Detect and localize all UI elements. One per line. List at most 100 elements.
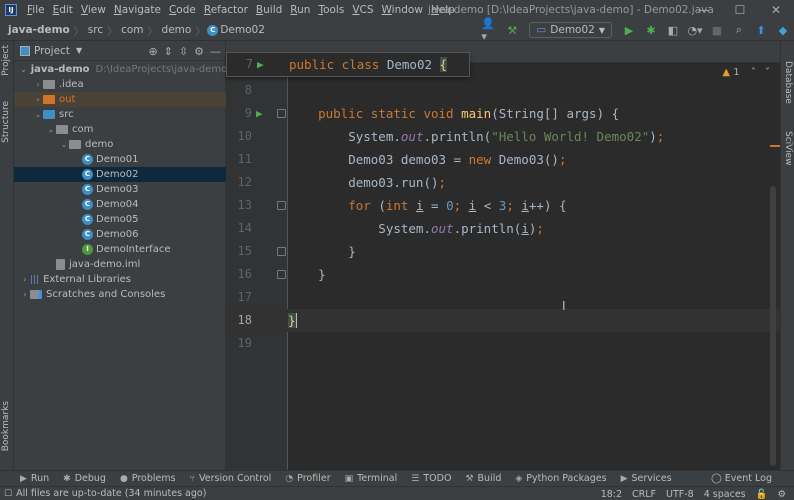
tree-item[interactable]: ⌄ java-demo D:\IdeaProjects\java-demo <box>14 62 227 77</box>
next-highlight-icon[interactable]: ˅ <box>765 67 770 78</box>
project-view-selector[interactable]: Project <box>34 45 70 57</box>
user-icon[interactable]: 👤▾ <box>481 17 499 43</box>
chevron-down-icon[interactable]: ⌄ <box>20 65 27 74</box>
run-config-selector[interactable]: ▭ Demo02 ▼ <box>529 22 612 38</box>
tree-item[interactable]: C Demo03 <box>14 182 226 197</box>
tool-window-debug[interactable]: ✱ Debug <box>63 473 106 484</box>
profile-icon[interactable]: ◔▾ <box>686 21 704 39</box>
tree-item[interactable]: › ||| External Libraries <box>14 272 226 287</box>
tool-window-services[interactable]: ▶ Services <box>621 473 672 484</box>
update-icon[interactable]: ⬆ <box>752 21 770 39</box>
chevron-right-icon[interactable]: › <box>20 290 30 299</box>
menu-code[interactable]: Code <box>165 0 200 20</box>
previous-highlight-icon[interactable]: ˄ <box>751 67 756 78</box>
breadcrumb-file[interactable]: Demo02 <box>218 24 267 36</box>
fold-marker-icon[interactable] <box>277 109 286 118</box>
bookmarks-tool-tab[interactable]: Bookmarks <box>1 401 11 451</box>
code-line[interactable]: 11 Demo03 demo03 = new Demo03(); <box>226 148 780 171</box>
tree-item[interactable]: C Demo06 <box>14 227 226 242</box>
chevron-down-icon[interactable]: ⌄ <box>46 125 56 134</box>
fold-marker-icon[interactable] <box>277 201 286 210</box>
status-message[interactable]: All files are up-to-date (34 minutes ago… <box>16 488 206 499</box>
code-line[interactable]: 14 System.out.println(i); <box>226 217 780 240</box>
chevron-right-icon[interactable]: › <box>33 95 43 104</box>
tool-window-python-packages[interactable]: ◈ Python Packages <box>515 473 606 484</box>
run-icon[interactable]: ▶ <box>620 21 638 39</box>
code-line[interactable]: 15 } <box>226 240 780 263</box>
warning-stripe-marker[interactable] <box>770 145 780 147</box>
gear-icon[interactable]: ⚙ <box>194 45 204 58</box>
menu-navigate[interactable]: Navigate <box>110 0 165 20</box>
code-editor[interactable]: 8 9 ▶ public static void main(String[] arg… <box>226 41 780 470</box>
code-line[interactable]: 18} <box>226 309 780 332</box>
chevron-right-icon[interactable]: › <box>33 80 43 89</box>
minimize-button[interactable]: — <box>686 0 722 20</box>
tool-window-profiler[interactable]: ◔ Profiler <box>285 473 330 484</box>
tree-item[interactable]: C Demo04 <box>14 197 226 212</box>
menu-build[interactable]: Build <box>252 0 286 20</box>
code-line[interactable]: 12 demo03.run(); <box>226 171 780 194</box>
tool-window-problems[interactable]: ● Problems <box>120 473 176 484</box>
breadcrumb-project[interactable]: java-demo <box>6 24 72 36</box>
menu-refactor[interactable]: Refactor <box>200 0 252 20</box>
tool-window-version-control[interactable]: ⑂ Version Control <box>190 473 272 484</box>
code-line[interactable]: 16 } <box>226 263 780 286</box>
caret-position[interactable]: 18:2 <box>601 489 622 500</box>
run-class-icon[interactable]: ▶ <box>257 53 264 76</box>
menu-window[interactable]: Window <box>378 0 427 20</box>
chevron-down-icon[interactable]: ▼ <box>76 46 82 55</box>
line-separator[interactable]: CRLF <box>632 489 656 500</box>
structure-tool-tab[interactable]: Structure <box>1 101 11 143</box>
tool-window-todo[interactable]: ☰ TODO <box>411 473 451 484</box>
build-hammer-icon[interactable]: ⚒ <box>503 21 521 39</box>
menu-vcs[interactable]: VCS <box>348 0 377 20</box>
breadcrumb-com[interactable]: com <box>119 24 145 36</box>
code-line[interactable]: 17 <box>226 286 780 309</box>
code-line[interactable]: 13 for (int i = 0; i < 3; i++) { <box>226 194 780 217</box>
expand-all-icon[interactable]: ⇕ <box>164 45 173 58</box>
chevron-down-icon[interactable]: ⌄ <box>33 110 43 119</box>
chevron-right-icon[interactable]: › <box>20 275 30 284</box>
fold-marker-icon[interactable] <box>277 247 286 256</box>
tree-item[interactable]: C Demo02 <box>14 167 226 182</box>
collapse-all-icon[interactable]: ⇳ <box>179 45 188 58</box>
code-line[interactable]: 19 <box>226 332 780 355</box>
sciview-tool-tab[interactable]: SciView <box>783 131 793 166</box>
hide-icon[interactable]: — <box>210 45 221 58</box>
tree-item[interactable]: › Scratches and Consoles <box>14 287 226 302</box>
tool-window-build[interactable]: ⚒ Build <box>465 473 501 484</box>
tree-item[interactable]: ⌄ src <box>14 107 226 122</box>
inspector-icon[interactable]: ⚙ <box>777 489 786 500</box>
inspection-widget[interactable]: ▲ 1 ˄ ˅ <box>722 67 770 78</box>
breadcrumb-src[interactable]: src <box>86 24 105 36</box>
breadcrumb-demo[interactable]: demo <box>160 24 194 36</box>
indent-setting[interactable]: 4 spaces <box>704 489 746 500</box>
tree-item[interactable]: C Demo05 <box>14 212 226 227</box>
menu-edit[interactable]: Edit <box>49 0 77 20</box>
run-method-icon[interactable]: ▶ <box>256 102 263 125</box>
chevron-down-icon[interactable]: ⌄ <box>59 140 69 149</box>
code-line[interactable]: 8 <box>226 79 780 102</box>
toggle-tool-windows-icon[interactable]: ☐ <box>4 489 12 499</box>
locate-file-icon[interactable]: ⊕ <box>148 45 157 58</box>
event-log-tab[interactable]: ◯ Event Log <box>711 471 772 487</box>
tree-item[interactable]: ⌄ com <box>14 122 226 137</box>
tree-item[interactable]: › .idea <box>14 77 226 92</box>
vertical-scrollbar[interactable] <box>770 186 776 466</box>
coverage-icon[interactable]: ◧ <box>664 21 682 39</box>
maximize-button[interactable]: ☐ <box>722 0 758 20</box>
tree-item[interactable]: C Demo01 <box>14 152 226 167</box>
file-encoding[interactable]: UTF-8 <box>666 489 694 500</box>
code-line[interactable]: 9 ▶ public static void main(String[] args… <box>226 102 780 125</box>
close-button[interactable]: ✕ <box>758 0 794 20</box>
tree-item[interactable]: ⌄ demo <box>14 137 226 152</box>
debug-icon[interactable]: ✱ <box>642 21 660 39</box>
tree-item[interactable]: I DemoInterface <box>14 242 226 257</box>
code-line[interactable]: 10 System.out.println("Hello World! Demo… <box>226 125 780 148</box>
project-tool-tab[interactable]: Project <box>1 45 11 76</box>
fold-marker-icon[interactable] <box>277 270 286 279</box>
tree-item[interactable]: java-demo.iml <box>14 257 226 272</box>
menu-run[interactable]: Run <box>286 0 314 20</box>
stop-icon[interactable]: ■ <box>708 21 726 39</box>
tool-window-run[interactable]: ▶ Run <box>20 473 49 484</box>
